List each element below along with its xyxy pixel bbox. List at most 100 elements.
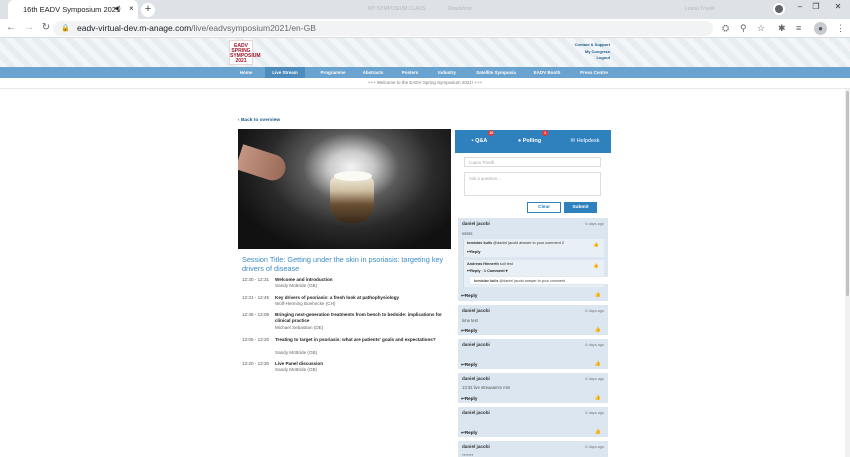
like-icon[interactable]: 👍 <box>593 263 599 269</box>
comment-author: daniel jacobi <box>462 444 490 449</box>
back-to-overview-link[interactable]: ‹ Back to overview <box>238 118 280 123</box>
comment-time: 6 days ago <box>585 445 604 449</box>
comment-author: daniel jacobi <box>462 410 490 415</box>
sub-comment-author: tomislav kulis <box>467 241 493 245</box>
name-field[interactable]: Luana Trivelli <box>464 157 601 167</box>
video-cup-shape <box>330 177 374 223</box>
schedule-time: 12:30 - 12:31 <box>242 277 270 282</box>
nested-reply: tomislav kulis @daniel jacobi answer to … <box>469 276 608 285</box>
welcome-ticker: +++ Welcome to the EADV Spring Symposium… <box>367 80 483 85</box>
comment-text: sssss <box>462 231 473 236</box>
speaker-icon[interactable]: ◀) <box>114 5 121 12</box>
divider <box>0 88 850 89</box>
reload-icon[interactable]: ↻ <box>40 22 52 33</box>
profile-avatar[interactable]: ● <box>814 22 827 35</box>
reply-button[interactable]: ↩Reply <box>461 396 477 402</box>
reply-label: Reply <box>464 396 478 401</box>
clear-button[interactable]: Clear <box>527 202 561 213</box>
reply-button[interactable]: ↩Reply <box>461 430 477 436</box>
restore-icon[interactable]: ❐ <box>811 2 821 13</box>
comment-card: daniel jacobi 6 days ago ******* <box>458 441 608 457</box>
nav-programme[interactable]: Programme <box>311 67 355 78</box>
schedule-time: 13:20 - 13:30 <box>242 361 270 366</box>
chat-icon: ▪ <box>471 138 474 144</box>
record-icon[interactable] <box>773 3 785 15</box>
bookmark-star-icon[interactable]: ☆ <box>757 23 765 34</box>
comment-text: ******* <box>462 453 474 457</box>
comment-text: time test <box>462 318 478 323</box>
page-scrollbar-thumb[interactable] <box>846 91 849 296</box>
reply-button[interactable]: ↩Reply <box>461 362 477 368</box>
lock-icon: 🔒 <box>61 25 70 32</box>
comment-time: 6 days ago <box>585 377 604 381</box>
tab-helpdesk[interactable]: ✉ Helpdesk <box>563 130 607 153</box>
comment-card: daniel jacobi 6 days ago time test ↩Repl… <box>458 305 608 335</box>
zoom-icon[interactable]: ⚲ <box>740 23 747 34</box>
comment-card: daniel jacobi 6 days ago ↩Reply 👍 <box>458 407 608 437</box>
reply-label: Reply <box>464 328 478 333</box>
reply-button[interactable]: ↩Reply <box>467 249 481 254</box>
translate-icon[interactable]: ⛭ <box>722 23 729 34</box>
schedule-title: Key drivers of psoriasis: a fresh look a… <box>275 295 400 300</box>
url-path: /live/eadvsymposium2021/en-GB <box>191 23 316 33</box>
reading-list-icon[interactable]: ≡ <box>796 23 801 33</box>
url-text: eadv-virtual-dev.m-anage.com/live/eadvsy… <box>77 23 316 33</box>
video-hand-shape <box>238 144 289 184</box>
schedule-speaker: Sandy McBride (GB) <box>275 367 318 372</box>
comment-time: 6 days ago <box>585 343 604 347</box>
like-icon[interactable]: 👍 <box>593 242 599 248</box>
like-icon[interactable]: 👍 <box>595 327 601 333</box>
like-icon[interactable]: 👍 <box>595 429 601 435</box>
sub-comment-text: Andreas Hinnerth soll test <box>467 262 513 266</box>
back-label: Back to overview <box>240 118 281 123</box>
new-tab-button[interactable]: + <box>141 3 155 17</box>
schedule-time: 12:31 - 12:45 <box>242 295 270 300</box>
browser-tab[interactable]: 16th EADV Symposium 2021 ◀) × <box>8 0 138 19</box>
nav-abstracts[interactable]: Abstracts <box>356 67 390 78</box>
comment-card: daniel jacobi 6 days ago 13:32 live stre… <box>458 373 608 403</box>
logout-link[interactable]: Logout <box>560 55 610 62</box>
sub-comment-author: Andreas Hinnerth <box>467 262 499 266</box>
sub-comment: Andreas Hinnerth soll test 👍 ↩Reply · 1 … <box>463 260 608 287</box>
comment-card: daniel jacobi 6 days ago ↩Reply 👍 <box>458 339 608 369</box>
nav-industry[interactable]: Industry <box>432 67 462 78</box>
video-player[interactable] <box>238 129 451 249</box>
close-window-icon[interactable]: ✕ <box>833 2 843 13</box>
browser-toolbar: ← → ↻ 🔒 eadv-virtual-dev.m-anage.com/liv… <box>0 19 850 38</box>
nav-eadv-booth[interactable]: EADV Booth <box>528 67 566 78</box>
menu-dots-icon[interactable]: ⋮ <box>836 23 845 34</box>
reply-button[interactable]: ↩Reply <box>461 328 477 334</box>
extensions-icon[interactable]: ✱ <box>778 23 786 34</box>
tab-polling-label: Polling <box>522 138 542 144</box>
nav-press-centre[interactable]: Press Centre <box>573 67 615 78</box>
schedule-title: Welcome and introduction <box>275 277 333 282</box>
like-icon[interactable]: 👍 <box>595 395 601 401</box>
nav-live-stream[interactable]: Live Stream <box>265 67 305 78</box>
tab-polling[interactable]: ● Polling1 <box>511 130 555 153</box>
comment-feed: daniel jacobi 6 days ago sssss tomislav … <box>458 218 608 457</box>
like-icon[interactable]: 👍 <box>595 292 601 298</box>
nav-satellite-symposia[interactable]: Satellite Symposia <box>470 67 522 78</box>
comment-time: 6 days ago <box>585 411 604 415</box>
tab-helpdesk-label: Helpdesk <box>576 138 600 144</box>
question-textarea[interactable]: Ask a question... <box>464 172 601 196</box>
eadv-logo[interactable]: EADV SPRING SYMPOSIUM 2021 <box>229 40 261 65</box>
like-icon[interactable]: 👍 <box>595 361 601 367</box>
reply-label: Reply <box>470 250 481 254</box>
nav-posters[interactable]: Posters <box>396 67 424 78</box>
forward-arrow-icon[interactable]: → <box>23 22 35 33</box>
nav-home[interactable]: Home <box>232 67 260 78</box>
url-host: eadv-virtual-dev.m-anage.com <box>77 23 192 33</box>
reply-button[interactable]: ↩Reply <box>461 293 477 299</box>
address-bar[interactable]: 🔒 eadv-virtual-dev.m-anage.com/live/eadv… <box>53 21 713 36</box>
tab-qa[interactable]: ▪ Q&A10 <box>463 130 503 153</box>
reply-button[interactable]: ↩Reply · 1 Comment ▾ <box>467 268 508 273</box>
submit-button[interactable]: Submit <box>564 202 597 213</box>
comment-count-toggle[interactable]: 1 Comment <box>484 269 505 273</box>
close-tab-icon[interactable]: × <box>129 4 134 13</box>
polling-count-badge: 1 <box>542 130 549 136</box>
minimize-icon[interactable]: – <box>795 2 805 13</box>
reply-label: Reply <box>464 362 478 367</box>
back-arrow-icon[interactable]: ← <box>5 22 17 33</box>
schedule-time: 13:05 - 13:20 <box>242 337 270 342</box>
